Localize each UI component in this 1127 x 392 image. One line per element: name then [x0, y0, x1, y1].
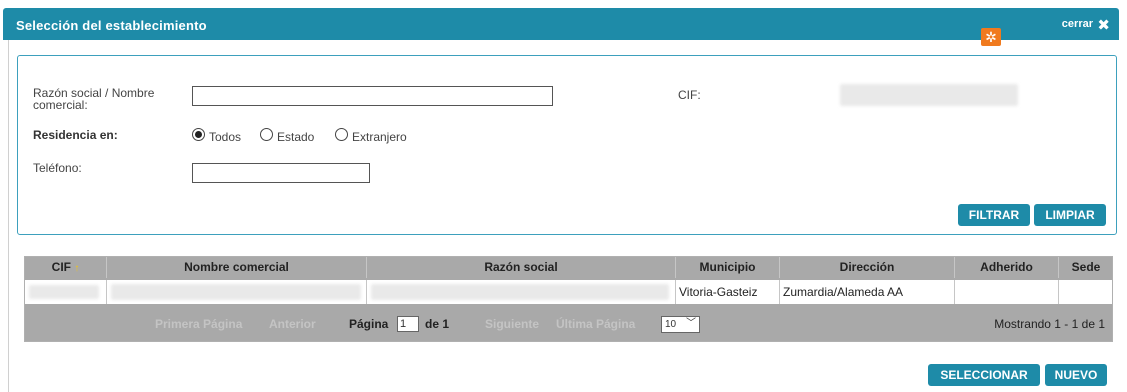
pager-prev[interactable]: Anterior — [269, 317, 316, 331]
razon-social-input[interactable] — [192, 86, 553, 106]
column-header-razon-social[interactable]: Razón social — [367, 257, 676, 278]
pager-showing: Mostrando 1 - 1 de 1 — [994, 317, 1105, 331]
dialog-titlebar: Selección del establecimiento cerrar ✖ — [3, 8, 1119, 40]
column-header-nombre-comercial[interactable]: Nombre comercial — [107, 257, 367, 278]
cell-municipio: Vitoria-Gasteiz — [676, 280, 780, 304]
close-link[interactable]: cerrar — [1062, 18, 1093, 30]
limpiar-button[interactable]: LIMPIAR — [1034, 204, 1106, 226]
filtrar-button[interactable]: FILTRAR — [958, 204, 1030, 226]
results-grid: CIF ↑ Nombre comercial Razón social Muni… — [24, 256, 1113, 342]
radio-extranjero[interactable] — [335, 128, 348, 141]
dialog-title: Selección del establecimiento — [16, 18, 207, 33]
pager-page-input[interactable]: 1 — [397, 316, 419, 332]
seleccionar-button[interactable]: SELECCIONAR — [928, 364, 1040, 386]
pager-of-label: de 1 — [425, 317, 450, 331]
nombre-redacted — [111, 284, 361, 300]
cell-direccion: Zumardia/Alameda AA — [780, 280, 955, 304]
grid-pager: Primera Página Anterior Página 1 de 1 Si… — [25, 309, 1112, 341]
page-size-select[interactable]: 10 ﹀ — [661, 316, 700, 333]
radio-estado[interactable] — [260, 128, 273, 141]
close-icon[interactable]: ✖ — [1097, 16, 1110, 34]
razon-social-label: Razón social / Nombre comercial: — [33, 86, 155, 112]
column-header-sede[interactable]: Sede — [1059, 257, 1113, 278]
pager-first[interactable]: Primera Página — [155, 317, 242, 331]
sort-icon[interactable]: ↑ — [74, 263, 79, 274]
column-header-cif[interactable]: CIF ↑ — [25, 257, 107, 278]
column-header-direccion[interactable]: Dirección — [780, 257, 955, 278]
pager-last[interactable]: Última Página — [556, 317, 635, 331]
radio-estado-label: Estado — [277, 130, 315, 144]
column-header-municipio[interactable]: Municipio — [676, 257, 780, 278]
razon-redacted — [371, 284, 669, 300]
radio-extranjero-label: Extranjero — [352, 130, 407, 144]
nuevo-button[interactable]: NUEVO — [1045, 364, 1107, 386]
column-header-adherido[interactable]: Adherido — [955, 257, 1059, 278]
cell-adherido — [955, 280, 1059, 304]
residencia-label: Residencia en: — [33, 128, 118, 142]
pager-page-label: Página — [349, 317, 389, 331]
cell-cif — [25, 280, 107, 304]
radio-todos[interactable] — [192, 128, 205, 141]
cif-redacted — [29, 285, 99, 299]
telefono-input[interactable] — [192, 163, 370, 183]
radio-todos-label: Todos — [209, 130, 242, 144]
table-row[interactable]: Vitoria-Gasteiz Zumardia/Alameda AA — [25, 280, 1112, 304]
adherido-icon: ✲ — [981, 28, 1001, 46]
chevron-down-icon: ﹀ — [686, 318, 696, 329]
grid-header: CIF ↑ Nombre comercial Razón social Muni… — [25, 257, 1112, 278]
cell-nombre-comercial — [107, 280, 367, 304]
cell-sede — [1059, 280, 1113, 304]
cif-value-redacted — [840, 84, 1018, 106]
pager-next[interactable]: Siguiente — [485, 317, 539, 331]
cell-razon-social — [367, 280, 676, 304]
cif-label: CIF: — [678, 88, 701, 102]
telefono-label: Teléfono: — [33, 161, 82, 175]
filter-panel: Razón social / Nombre comercial: CIF: Re… — [17, 55, 1117, 235]
